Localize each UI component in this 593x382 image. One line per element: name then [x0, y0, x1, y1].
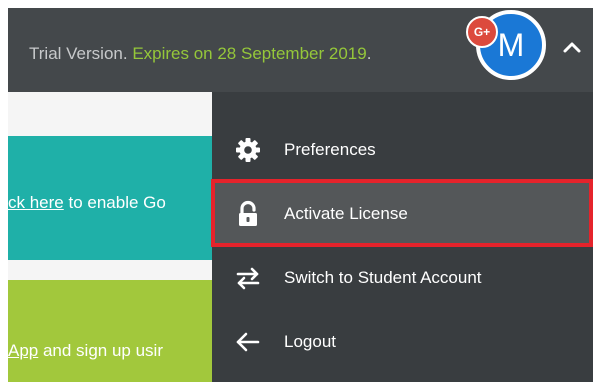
menu-item-switch-account[interactable]: Switch to Student Account: [212, 246, 593, 310]
menu-label-switch-account: Switch to Student Account: [284, 268, 482, 287]
menu-item-preferences[interactable]: Preferences: [212, 118, 593, 182]
menu-label-activate-license: Activate License: [284, 204, 408, 223]
unlock-icon: [239, 200, 257, 226]
menu-item-activate-license[interactable]: Activate License: [212, 182, 593, 246]
gear-icon: [236, 138, 260, 162]
trial-expiry-date: Expires on 28 September 2019: [132, 44, 367, 63]
switch-arrows-icon: [236, 267, 260, 290]
enable-notice-text: ck here to enable Go: [8, 193, 212, 213]
menu-label-preferences: Preferences: [284, 140, 376, 159]
app-signup-label: and sign up usir: [38, 341, 163, 360]
google-plus-badge-icon: G+: [466, 16, 498, 48]
trial-suffix: .: [366, 44, 372, 63]
account-dropdown-menu: Preferences Activate License Switch to S…: [212, 92, 593, 382]
app-signup-text: App and sign up usir: [8, 341, 212, 361]
enable-notice-banner: ck here to enable Go: [8, 136, 212, 260]
arrow-left-icon: [236, 332, 260, 352]
menu-item-logout[interactable]: Logout: [212, 310, 593, 374]
menu-label-logout: Logout: [284, 332, 336, 351]
trial-version-label: Trial Version.: [29, 44, 128, 63]
app-signup-banner: App and sign up usir: [8, 280, 212, 382]
trial-notice: Trial Version. Expires on 28 September 2…: [29, 44, 371, 64]
chevron-up-icon[interactable]: [562, 40, 582, 54]
enable-notice-label: to enable Go: [63, 193, 166, 212]
click-here-link[interactable]: ck here: [8, 193, 64, 212]
app-link[interactable]: App: [8, 341, 38, 360]
